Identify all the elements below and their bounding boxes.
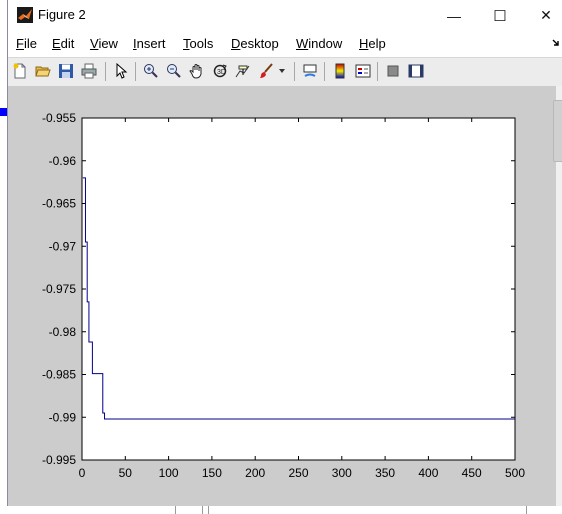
- line-plot: 0 50 100 150 200 250 300 350 400 450 500 -0.955 -0.9…: [42, 111, 525, 480]
- title-bar[interactable]: Figure 2 — ☐ ✕: [8, 0, 562, 31]
- figure-toolbar: 3D: [8, 57, 562, 87]
- svg-text:3D: 3D: [217, 69, 226, 76]
- toolbar-separator: [105, 62, 106, 81]
- dock-arrow-icon[interactable]: [552, 39, 560, 47]
- y-tick-label: -0.985: [42, 368, 76, 382]
- brush-icon[interactable]: [256, 61, 276, 81]
- window-title: Figure 2: [38, 7, 86, 22]
- x-tick-label: 350: [375, 466, 395, 480]
- hide-plot-tools-icon[interactable]: [383, 61, 403, 81]
- menu-view[interactable]: View: [90, 36, 118, 51]
- figure-canvas[interactable]: 0 50 100 150 200 250 300 350 400 450 500 -0.955 -0.9…: [8, 86, 556, 506]
- save-icon[interactable]: [56, 61, 76, 81]
- close-icon: ✕: [540, 7, 552, 23]
- x-tick-label: 100: [159, 466, 179, 480]
- chevron-down-icon[interactable]: [276, 61, 288, 81]
- x-tick-label: 450: [462, 466, 482, 480]
- x-tick-label: 50: [119, 466, 133, 480]
- menu-tools[interactable]: Tools: [183, 36, 213, 51]
- maximize-button[interactable]: ☐: [477, 0, 523, 31]
- rotate-3d-icon[interactable]: 3D: [210, 61, 230, 81]
- menu-edit[interactable]: Edit: [52, 36, 74, 51]
- legend-icon[interactable]: [353, 61, 373, 81]
- background-window-fragment: [0, 108, 7, 116]
- x-tick-label: 200: [245, 466, 265, 480]
- x-tick-label: 500: [505, 466, 525, 480]
- pan-icon[interactable]: [187, 61, 207, 81]
- minimize-button[interactable]: —: [431, 0, 477, 31]
- close-button[interactable]: ✕: [523, 0, 562, 31]
- figure-window: Figure 2 — ☐ ✕ File Edit View Insert Too…: [7, 0, 562, 506]
- pointer-icon[interactable]: [111, 61, 131, 81]
- x-tick-label: 250: [288, 466, 308, 480]
- menu-desktop[interactable]: Desktop: [231, 36, 279, 51]
- y-tick-label: -0.98: [49, 325, 77, 339]
- y-tick-label: -0.975: [42, 282, 76, 296]
- show-plot-tools-icon[interactable]: [406, 61, 426, 81]
- y-tick-label: -0.99: [49, 410, 77, 424]
- link-plot-icon[interactable]: [300, 61, 320, 81]
- axes-box: [81, 117, 516, 461]
- menu-bar: File Edit View Insert Tools Desktop Wind…: [8, 31, 562, 57]
- matlab-logo-icon: [17, 7, 33, 23]
- y-tick-label: -0.995: [42, 453, 76, 467]
- y-tick-label: -0.955: [42, 111, 76, 125]
- background-divider: [202, 506, 203, 514]
- scrollbar-thumb[interactable]: [553, 100, 562, 162]
- y-tick-label: -0.965: [42, 197, 76, 211]
- toolbar-separator: [324, 62, 325, 81]
- toolbar-separator: [377, 62, 378, 81]
- y-tick-label: -0.96: [49, 154, 77, 168]
- x-tick-label: 150: [202, 466, 222, 480]
- background-divider: [208, 506, 209, 514]
- new-figure-icon[interactable]: [10, 61, 30, 81]
- x-tick-label: 400: [418, 466, 438, 480]
- menu-insert[interactable]: Insert: [133, 36, 166, 51]
- colorbar-icon[interactable]: [330, 61, 350, 81]
- menu-window[interactable]: Window: [296, 36, 342, 51]
- data-cursor-icon[interactable]: [233, 61, 253, 81]
- print-icon[interactable]: [79, 61, 99, 81]
- toolbar-separator: [135, 62, 136, 81]
- background-divider: [526, 506, 527, 514]
- x-tick-label: 300: [332, 466, 352, 480]
- zoom-in-icon[interactable]: [141, 61, 161, 81]
- menu-file[interactable]: File: [16, 36, 37, 51]
- x-tick-label: 0: [79, 466, 86, 480]
- minimize-icon: —: [447, 7, 461, 24]
- y-tick-label: -0.97: [49, 239, 77, 253]
- maximize-icon: ☐: [493, 7, 507, 25]
- menu-help[interactable]: Help: [359, 36, 386, 51]
- toolbar-separator: [294, 62, 295, 81]
- zoom-out-icon[interactable]: [164, 61, 184, 81]
- background-divider: [175, 506, 176, 514]
- open-file-icon[interactable]: [33, 61, 53, 81]
